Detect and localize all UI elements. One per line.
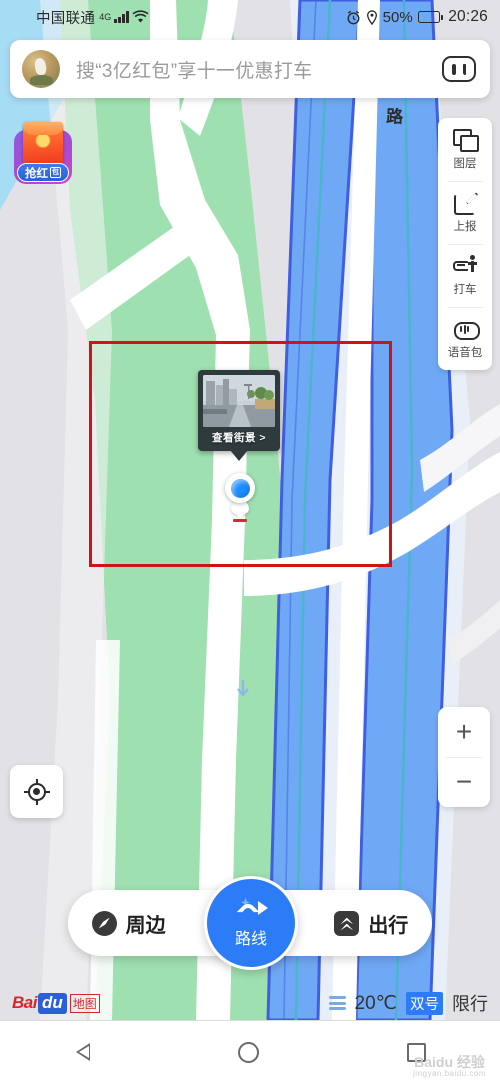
taxi-icon (453, 254, 477, 278)
alarm-clock-icon (347, 10, 360, 24)
red-envelope-promo-button[interactable]: 抢红 包 (14, 122, 72, 184)
tool-report-label: 上报 (453, 221, 477, 233)
map-pin-icon[interactable] (231, 500, 249, 522)
clock-label: 20:26 (448, 8, 488, 25)
search-input[interactable]: 搜“3亿红包”享十一优惠打车 (76, 56, 442, 83)
logo-map-text: 地图 (69, 993, 100, 1013)
layers-icon (453, 128, 479, 152)
road-label: 路 (386, 106, 405, 128)
nearby-button[interactable]: 周边 (68, 909, 189, 938)
street-view-card[interactable]: 查看街景 > (198, 370, 280, 451)
limit-text: 限行 (452, 994, 488, 1014)
street-view-thumbnail (203, 375, 275, 427)
compass-icon (91, 910, 117, 936)
current-location-dot[interactable] (225, 473, 255, 503)
baidu-bear-paw-icon[interactable] (442, 56, 476, 82)
red-envelope-icon (23, 122, 63, 164)
home-circle-icon[interactable] (238, 1041, 260, 1063)
baidu-map-logo: Bai du 地图 (12, 992, 100, 1014)
tool-voice-label: 语音包 (447, 347, 483, 359)
wifi-icon (132, 10, 149, 23)
limit-badge: 双号 (406, 991, 443, 1015)
user-avatar[interactable] (22, 50, 60, 88)
status-bar-left: 中国联通 4G (36, 7, 149, 28)
red-envelope-label-wrap: 抢红 包 (17, 163, 69, 182)
network-type-label: 4G (99, 12, 112, 22)
watermark-line2: jingyan.baidu.com (413, 1069, 486, 1079)
battery-percent-label: 50% (382, 8, 413, 26)
status-bar-right: 50% 20:26 (346, 8, 488, 26)
chevrons-up-icon (334, 910, 360, 936)
bottom-info-strip: Bai du 地图 20℃ 双号 限行 (0, 986, 500, 1020)
tool-layers[interactable]: 图层 (438, 118, 492, 181)
pin-base (233, 519, 247, 522)
logo-bai: Bai (12, 993, 37, 1012)
tool-voice-package[interactable]: 语音包 (438, 307, 492, 370)
nearby-label: 周边 (125, 914, 166, 937)
route-button[interactable]: 路线 (204, 876, 298, 970)
street-view-label: 查看街景 > (211, 432, 267, 444)
search-bar[interactable]: 搜“3亿红包”享十一优惠打车 (10, 40, 490, 98)
traffic-layers-icon[interactable] (328, 996, 346, 1010)
map-vector: 路 (0, 0, 500, 1020)
temperature-label: 20℃ (354, 992, 397, 1014)
red-envelope-badge: 包 (50, 167, 61, 178)
crosshair-locate-icon (23, 778, 50, 805)
tool-taxi[interactable]: 打车 (438, 244, 492, 307)
status-bar: 中国联通 4G 50% 20:26 (0, 0, 500, 34)
street-view-bubble-tail (230, 450, 248, 461)
carrier-label: 中国联通 (36, 10, 96, 27)
zoom-out-button[interactable]: − (438, 758, 490, 808)
zoom-in-button[interactable]: + (438, 707, 490, 757)
logo-du: du (37, 992, 67, 1014)
report-pencil-icon (453, 191, 479, 215)
map-tool-panel[interactable]: 图层 上报 打车 语音包 (438, 118, 492, 370)
watermark: Baidu 经验 jingyan.baidu.com (413, 1053, 486, 1079)
location-dot-inner (230, 478, 250, 498)
battery-icon (417, 11, 444, 23)
route-label: 路线 (234, 931, 267, 948)
location-pin-icon (366, 9, 377, 25)
voice-package-icon (453, 317, 480, 341)
street-view-bubble[interactable]: 查看街景 > (198, 370, 280, 461)
map-canvas[interactable]: 路 (0, 0, 500, 1020)
phone-screen: 路 中国联通 4G 50% 20:26 搜“3亿红包”享十一优惠打车 抢红 包 … (0, 0, 500, 1083)
back-triangle-icon[interactable] (74, 1041, 91, 1063)
tool-taxi-label: 打车 (453, 284, 477, 296)
route-arrow-icon (234, 897, 268, 924)
signal-bars-icon (114, 11, 129, 23)
travel-label: 出行 (368, 914, 409, 937)
tool-report[interactable]: 上报 (438, 181, 492, 244)
red-envelope-label: 抢红 (25, 167, 48, 180)
locate-button[interactable] (10, 765, 63, 818)
location-dot-outer (225, 473, 255, 503)
travel-button[interactable]: 出行 (311, 909, 432, 938)
info-strip-right: 20℃ 双号 限行 (328, 990, 488, 1016)
tool-layers-label: 图层 (453, 158, 477, 170)
watermark-line1: Baidu 经验 (414, 1053, 485, 1070)
zoom-control[interactable]: + − (438, 707, 490, 807)
